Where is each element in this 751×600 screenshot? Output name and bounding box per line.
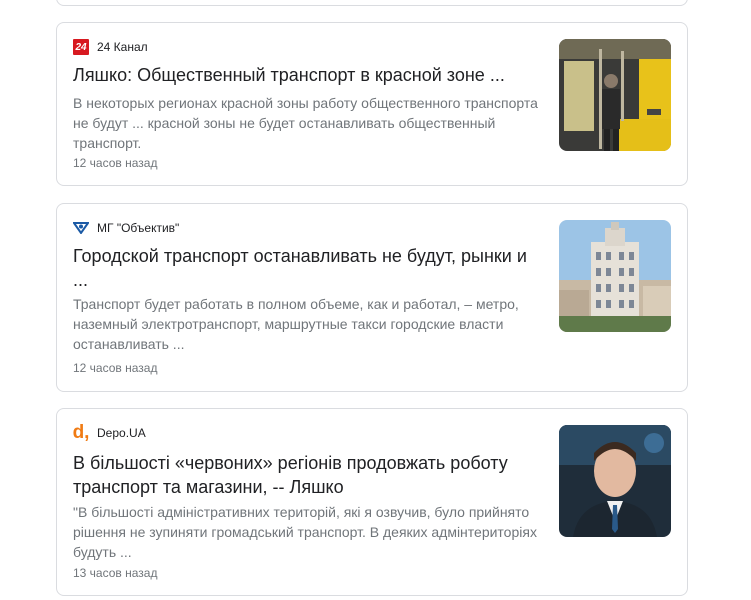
news-title-link[interactable]: В більшості «червоних» регіонів продовжа… (73, 451, 535, 499)
news-timestamp: 12 часов назад (73, 156, 158, 170)
news-source: d, Depo.UA (72, 422, 146, 443)
news-thumbnail-portrait-image[interactable] (559, 425, 671, 537)
news-thumbnail-tram-image[interactable] (559, 39, 671, 151)
news-result-card[interactable]: МГ "Объектив" Городской транспорт остана… (56, 203, 688, 392)
source-logo-24-kanal-icon: 24 (73, 39, 89, 55)
news-source: 24 24 Канал (73, 39, 148, 55)
news-snippet: "В більшості адміністративних територій,… (73, 504, 537, 560)
source-logo-objektiv-icon (73, 220, 89, 236)
news-source: МГ "Объектив" (73, 220, 179, 236)
source-name: Depo.UA (97, 426, 146, 440)
news-result-card[interactable]: 24 24 Канал Ляшко: Общественный транспор… (56, 22, 688, 186)
news-timestamp: 13 часов назад (73, 566, 158, 580)
previous-result-card[interactable] (56, 0, 688, 6)
news-title-link[interactable]: Ляшко: Общественный транспорт в красной … (73, 63, 535, 87)
source-name: 24 Канал (97, 40, 148, 54)
news-title-link[interactable]: Городской транспорт останавливать не буд… (73, 244, 535, 292)
source-logo-depo-icon: d, (72, 422, 90, 443)
source-name: МГ "Объектив" (97, 221, 180, 235)
news-timestamp: 12 часов назад (73, 361, 158, 375)
news-snippet: Транспорт будет работать в полном объеме… (73, 296, 519, 352)
news-result-card[interactable]: d, Depo.UA В більшості «червоних» регіон… (56, 408, 688, 596)
news-snippet: В некоторых регионах красной зоны работу… (73, 95, 538, 151)
news-thumbnail-city-image[interactable] (559, 220, 671, 332)
